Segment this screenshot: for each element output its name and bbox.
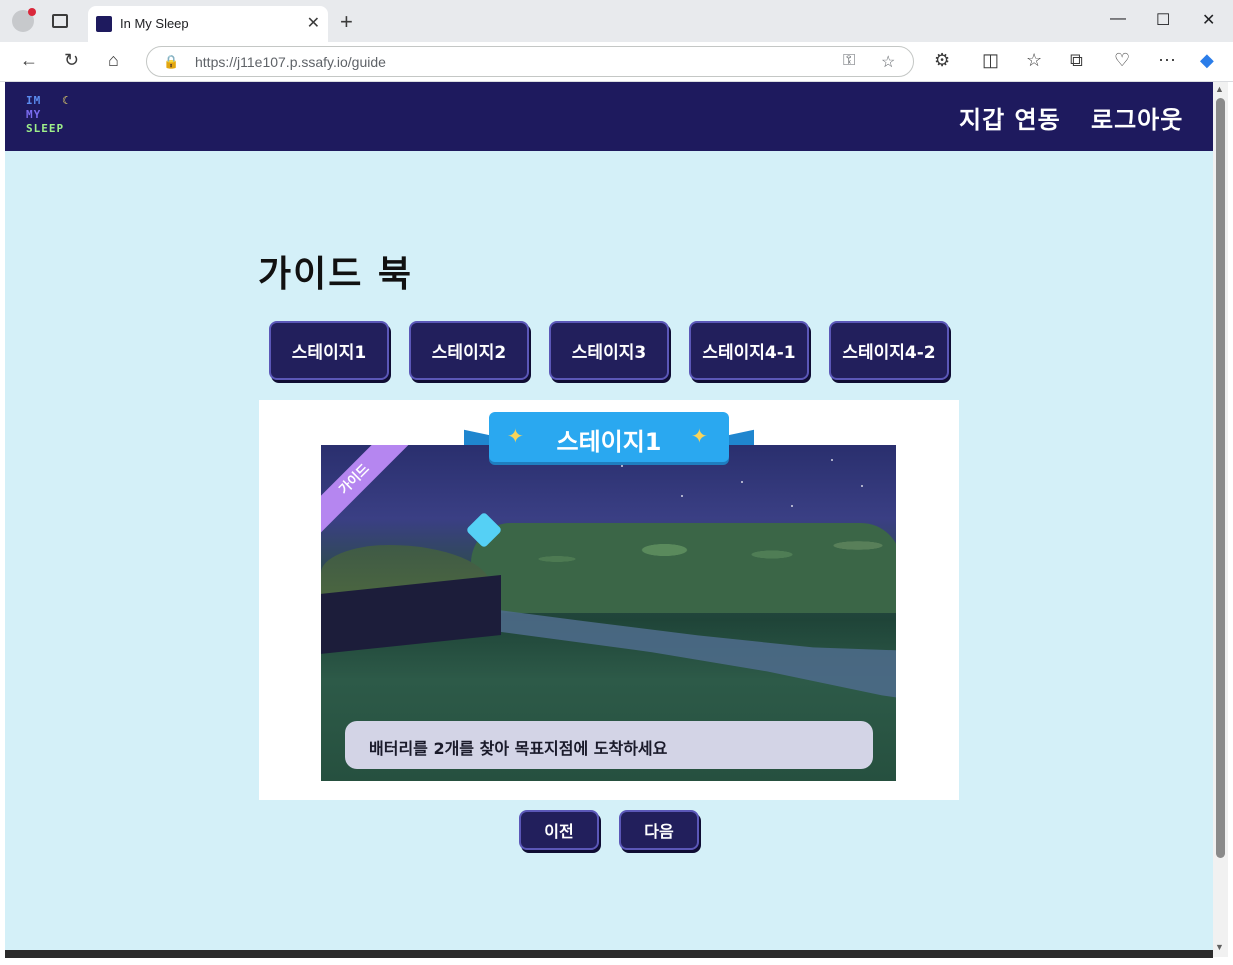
- favorites-icon[interactable]: ☆: [1026, 50, 1042, 71]
- logo-line-3: SLEEP: [26, 122, 65, 135]
- reload-icon[interactable]: ↻: [64, 50, 79, 71]
- logo-line-2: MY: [26, 108, 42, 121]
- logo-line-1: IM: [26, 94, 42, 107]
- new-tab-button[interactable]: +: [340, 9, 353, 35]
- page-viewport: IM MY SLEEP ☾ 지갑 연동 로그아웃 가이드 북 스테이지1 스테이…: [5, 82, 1213, 952]
- vertical-scrollbar[interactable]: ▲ ▼: [1213, 82, 1228, 957]
- hedge-graphic: [471, 523, 896, 613]
- maximize-button[interactable]: ☐: [1156, 10, 1170, 30]
- copilot-icon[interactable]: ◆: [1200, 50, 1214, 71]
- favicon-icon: [96, 16, 112, 32]
- guide-corner-label: 가이드: [321, 445, 414, 539]
- stage-button-4-2[interactable]: 스테이지4-2: [829, 321, 949, 380]
- scroll-thumb[interactable]: [1216, 98, 1225, 858]
- split-screen-icon[interactable]: ◫: [982, 50, 999, 71]
- browser-toolbar: ← ↻ ⌂ 🔒 https://j11e107.p.ssafy.io/guide…: [0, 42, 1233, 82]
- wallet-connect-link[interactable]: 지갑 연동: [959, 100, 1061, 135]
- collections-icon[interactable]: ⧉: [1070, 50, 1083, 71]
- home-icon[interactable]: ⌂: [108, 50, 119, 71]
- browser-tab[interactable]: In My Sleep ✕: [88, 6, 328, 42]
- stage-button-3[interactable]: 스테이지3: [549, 321, 669, 380]
- moon-icon: ☾: [62, 95, 72, 107]
- close-window-button[interactable]: ✕: [1202, 10, 1215, 30]
- stage-screenshot: 가이드 배터리를 2개를 찾아 목표지점에 도착하세요: [321, 445, 896, 781]
- address-bar[interactable]: 🔒 https://j11e107.p.ssafy.io/guide ⚿ ☆: [146, 46, 914, 77]
- sparkle-icon: ✦: [691, 426, 708, 448]
- horizontal-scrollbar: [5, 950, 1213, 958]
- site-navbar: IM MY SLEEP ☾ 지갑 연동 로그아웃: [5, 82, 1213, 151]
- site-logo[interactable]: IM MY SLEEP ☾: [26, 94, 86, 138]
- tab-actions-icon[interactable]: [52, 14, 68, 28]
- lock-icon: 🔒: [163, 54, 180, 69]
- extensions-icon[interactable]: ⚙: [934, 50, 950, 71]
- tab-title: In My Sleep: [120, 16, 189, 31]
- url-text[interactable]: https://j11e107.p.ssafy.io/guide: [195, 54, 386, 70]
- stage-button-2[interactable]: 스테이지2: [409, 321, 529, 380]
- prev-button[interactable]: 이전: [519, 810, 599, 850]
- guide-caption-box: 배터리를 2개를 찾아 목표지점에 도착하세요: [345, 721, 873, 769]
- close-tab-icon[interactable]: ✕: [307, 13, 320, 33]
- scroll-up-icon[interactable]: ▲: [1215, 84, 1224, 94]
- profile-icon[interactable]: [12, 8, 36, 32]
- stage-button-4-1[interactable]: 스테이지4-1: [689, 321, 809, 380]
- more-menu-icon[interactable]: ⋯: [1158, 50, 1176, 71]
- favorite-star-icon[interactable]: ☆: [881, 52, 895, 72]
- back-icon[interactable]: ←: [20, 50, 38, 71]
- browser-essentials-icon[interactable]: ♡: [1114, 50, 1130, 71]
- next-button[interactable]: 다음: [619, 810, 699, 850]
- key-icon[interactable]: ⚿: [843, 52, 855, 70]
- logout-link[interactable]: 로그아웃: [1091, 100, 1183, 135]
- stage-ribbon: ✦ 스테이지1 ✦: [489, 412, 729, 462]
- scroll-down-icon[interactable]: ▼: [1215, 942, 1224, 952]
- minimize-button[interactable]: —: [1110, 10, 1126, 28]
- guide-image-card: 가이드 배터리를 2개를 찾아 목표지점에 도착하세요 ✦ 스테이지1 ✦: [259, 400, 959, 800]
- page-title: 가이드 북: [258, 254, 414, 295]
- browser-tab-strip: In My Sleep ✕ + — ☐ ✕: [0, 0, 1233, 42]
- guide-caption: 배터리를 2개를 찾아 목표지점에 도착하세요: [369, 739, 668, 758]
- stage-button-1[interactable]: 스테이지1: [269, 321, 389, 380]
